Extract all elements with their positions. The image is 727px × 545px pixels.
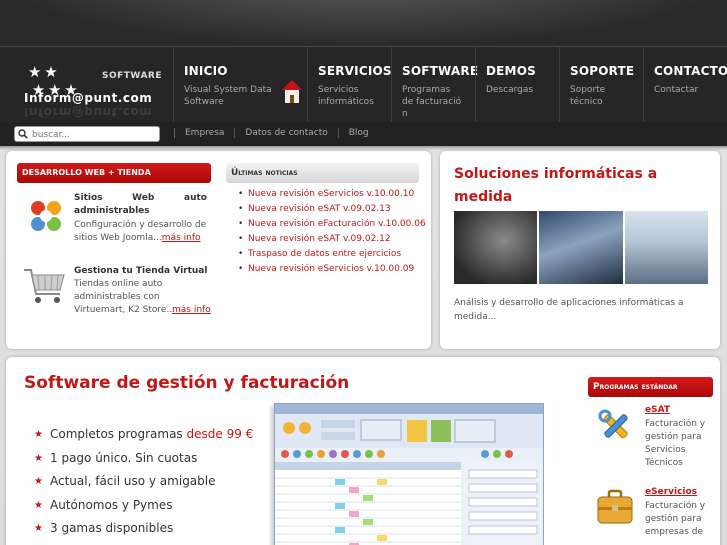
news-tab: Últimas noticias (226, 163, 419, 183)
news-list: Nueva revisión eServicios v.10.00.10 Nue… (238, 187, 426, 277)
item-text-sitios-web: Configuración y desarrollo de sitios Web… (74, 219, 214, 245)
site-logo[interactable]: ★ ★ ★ ★ ★ SOFTWARE Inform@punt.com Infor… (10, 47, 170, 123)
link-empresa[interactable]: Empresa (174, 128, 234, 138)
nav-title: SOPORTE (570, 64, 635, 78)
billing-title: Software de gestión y facturación (24, 373, 350, 393)
feature-text: Completos programas (50, 427, 187, 441)
news-item[interactable]: Nueva revisión eServicios v.10.00.10 (238, 187, 426, 202)
business-team-photo (539, 211, 623, 284)
nav-title: SOFTWARE (402, 64, 479, 78)
nav-subtitle: Contactar (654, 85, 699, 95)
news-item[interactable]: Nueva revisión eFacturación v.10.00.06 (238, 217, 426, 232)
solutions-panel: Soluciones informáticas a medida Análisi… (440, 151, 720, 349)
web-store-tab: Desarrollo web + tienda (17, 163, 211, 183)
tools-icon (598, 409, 628, 439)
program-link-esat[interactable]: eSAT (645, 405, 670, 415)
top-band (0, 0, 727, 46)
nav-subtitle: Soporte técnico (570, 85, 606, 107)
web-store-panel: Desarrollo web + tienda Sitios Web auto … (6, 151, 431, 349)
feature-item: 3 gamas disponibles (34, 517, 253, 541)
program-link-eservicios[interactable]: eServicios (645, 487, 697, 497)
nav-item-inicio[interactable]: INICIO Visual System Data Software (173, 47, 307, 123)
feature-item: Actual, fácil uso y amigable (34, 470, 253, 494)
news-item[interactable]: Nueva revisión eSAT v.09.02.13 (238, 202, 426, 217)
more-info-link[interactable]: más info (162, 233, 201, 243)
program-desc-eservicios: Facturación y gestión para empresas de (645, 501, 706, 537)
feature-text: 3 gamas disponibles (50, 521, 174, 535)
nav-item-software[interactable]: SOFTWARE Programas de facturació n (391, 47, 479, 123)
briefcase-icon (597, 489, 633, 524)
search-bar: Empresa Datos de contacto Blog (0, 122, 727, 146)
search-icon (18, 129, 28, 139)
solutions-desc: Análisis y desarrollo de aplicaciones in… (454, 298, 684, 322)
search-input[interactable] (32, 128, 156, 141)
secondary-links: Empresa Datos de contacto Blog (174, 128, 379, 138)
news-item[interactable]: Traspaso de datos entre ejercicios (238, 247, 426, 262)
feature-text: 1 pago único. Sin cuotas (50, 450, 198, 465)
search-box[interactable] (14, 126, 160, 142)
laptop-photo (454, 211, 538, 284)
photo-strip (454, 211, 708, 284)
item-title-tienda-virtual: Gestiona tu Tienda Virtual (74, 266, 208, 276)
solutions-title: Soluciones informáticas a medida (454, 166, 658, 205)
app-window-image (275, 404, 543, 545)
nav-item-contacto[interactable]: CONTACTO Contactar (643, 47, 727, 123)
standard-programs-label: Programas estándar (593, 382, 678, 392)
office-meeting-photo (624, 211, 708, 284)
nav-title: SERVICIOS (318, 64, 392, 78)
feature-highlight: desde 99 € (186, 427, 254, 441)
site-header: ★ ★ ★ ★ ★ SOFTWARE Inform@punt.com Infor… (0, 46, 727, 123)
feature-item: Autónomos y Pymes (34, 494, 253, 518)
more-info-link-2[interactable]: más info (172, 304, 211, 317)
main-nav: INICIO Visual System Data Software SERVI… (173, 47, 727, 123)
nav-item-demos[interactable]: DEMOS Descargas (475, 47, 559, 123)
nav-title: CONTACTO (654, 64, 727, 78)
nav-title: INICIO (184, 64, 228, 78)
joomla-icon (31, 201, 61, 231)
logo-reflection: Inform@punt.com (24, 105, 153, 119)
news-tab-label: Últimas noticias (231, 168, 298, 178)
more-info-link[interactable]: más info (172, 305, 211, 315)
feature-text: Autónomos y Pymes (50, 497, 173, 512)
link-blog[interactable]: Blog (337, 128, 379, 138)
feature-list: Completos programas desde 99 € 1 pago ún… (34, 423, 253, 541)
link-datos-contacto[interactable]: Datos de contacto (234, 128, 337, 138)
billing-software-panel: Software de gestión y facturación Comple… (6, 357, 720, 545)
nav-title: DEMOS (486, 64, 536, 78)
feature-item: 1 pago único. Sin cuotas (34, 447, 253, 471)
nav-item-soporte[interactable]: SOPORTE Soporte técnico (559, 47, 643, 123)
nav-subtitle: Visual System Data Software (184, 85, 272, 107)
feature-text: Actual, fácil uso y amigable (50, 474, 216, 488)
software-screenshot[interactable] (274, 403, 544, 545)
feature-item: Completos programas desde 99 € (34, 423, 253, 447)
shopping-cart-icon (24, 269, 65, 303)
news-item[interactable]: Nueva revisión eSAT v.09.02.12 (238, 232, 426, 247)
news-item[interactable]: Nueva revisión eServicios v.10.00.09 (238, 262, 426, 277)
nav-item-servicios[interactable]: SERVICIOS Servicios informáticos (307, 47, 392, 123)
nav-subtitle: Descargas (486, 85, 534, 95)
nav-subtitle: Servicios informáticos (318, 85, 374, 107)
standard-programs-tab: Programas estándar (588, 377, 713, 397)
web-store-tab-label: Desarrollo web + tienda (22, 168, 151, 177)
nav-subtitle: Programas de facturació n (402, 85, 462, 119)
item-desc: Tiendas online auto administrables con V… (74, 279, 176, 315)
program-desc-esat: Facturación y gestión para Servicios Téc… (645, 419, 706, 468)
house-icon (282, 80, 302, 103)
logo-software-label: SOFTWARE (102, 71, 162, 81)
item-title-sitios-web: Sitios Web auto administrables (74, 193, 207, 216)
logo-brand-label: Inform@punt.com (24, 91, 153, 105)
